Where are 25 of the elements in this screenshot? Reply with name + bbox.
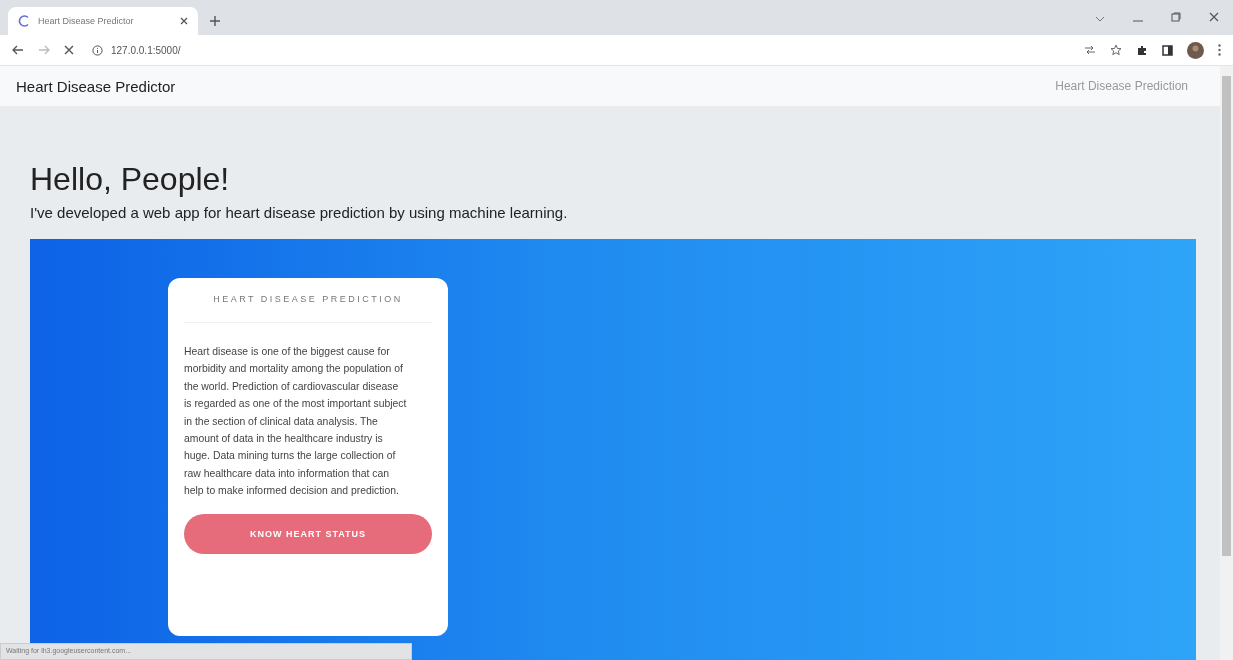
know-status-button[interactable]: KNOW HEART STATUS: [184, 513, 432, 554]
new-tab-icon[interactable]: [210, 16, 220, 26]
restore-icon[interactable]: [1171, 12, 1181, 22]
back-icon[interactable]: [12, 45, 24, 55]
navbar-brand[interactable]: Heart Disease Predictor: [16, 77, 176, 95]
scrollbar[interactable]: [1220, 66, 1233, 660]
close-icon[interactable]: [1209, 12, 1219, 22]
caret-icon[interactable]: [1095, 16, 1105, 22]
hero-lead: I've developed a web app for heart disease prediction by using machine learning.: [30, 204, 569, 221]
card-text: Heart disease is one of the biggest cause for morbidity and mortality among the population of the world. Prediction of cardiovascular disease is regarded as one of the most important subject in the section of clinical data analysis. The amount of data in the healthcare industry is huge. Data mining turns the large collection of raw healthcare data into information that can help to make informed decision and prediction.: [184, 345, 408, 499]
avatar-icon[interactable]: [1187, 41, 1204, 59]
sidebar-icon[interactable]: [1162, 44, 1173, 56]
puzzle-icon[interactable]: [1136, 44, 1148, 56]
stop-icon[interactable]: [64, 45, 74, 55]
star-icon[interactable]: [1110, 44, 1122, 56]
info-icon: [92, 44, 103, 56]
menu-icon[interactable]: [1218, 44, 1221, 56]
browser-tab[interactable]: Heart Disease Predictor: [8, 7, 198, 35]
close-icon[interactable]: [180, 17, 188, 25]
hero-heading: Hello, People!: [30, 161, 231, 198]
share-icon[interactable]: [1084, 45, 1096, 55]
card-title: HEART DISEASE PREDICTION: [184, 294, 432, 323]
tab-title: Heart Disease Predictor: [38, 16, 135, 26]
nav-link[interactable]: Heart Disease Prediction: [1055, 79, 1188, 93]
address-field[interactable]: 127.0.0.1:5000/: [88, 38, 1070, 62]
